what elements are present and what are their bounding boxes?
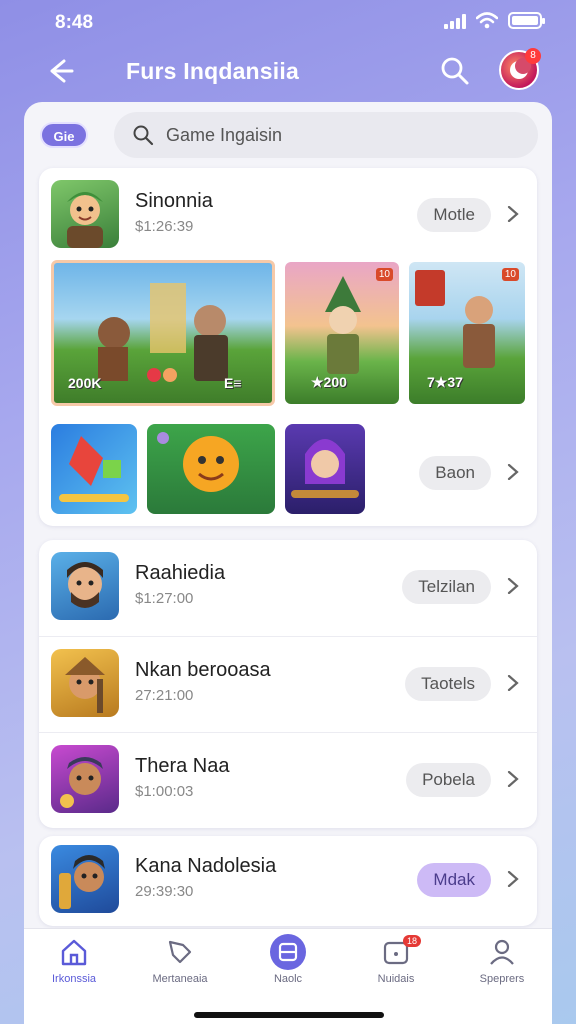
screenshot-2[interactable]: ★200 10 (285, 262, 399, 404)
game-tag[interactable]: Taotels (405, 667, 491, 701)
game-title: Sinonnia (135, 190, 213, 212)
game-tag[interactable]: Motle (417, 198, 491, 232)
game-subtitle: 29:39:30 (135, 883, 194, 900)
score-label: ★200 (311, 374, 347, 390)
home-icon (61, 939, 87, 966)
battery-icon (508, 12, 545, 29)
chevron-right-icon[interactable] (507, 464, 519, 480)
screenshot-5[interactable] (147, 424, 275, 514)
back-icon[interactable] (42, 54, 76, 88)
chevron-right-icon[interactable] (507, 871, 519, 887)
screenshot-main[interactable]: 200K E≡ (51, 260, 275, 406)
nav-label: Mertaneaia (152, 973, 208, 985)
game-title: Nkan berooasa (135, 659, 271, 681)
level-label: 10 (501, 268, 519, 281)
nav-item-home[interactable]: Irkonssia (29, 937, 119, 985)
screenshot-6[interactable] (285, 424, 365, 514)
game-subtitle: $1:27:00 (135, 590, 194, 607)
game-title: Kana Nadolesia (135, 855, 277, 877)
game-card[interactable]: Kana Nadolesia 29:39:30 Mdak (39, 836, 537, 926)
library-icon (270, 934, 306, 970)
bottom-nav: Irkonssia Mertaneaia Naolc 18 Nuidais Sp… (24, 928, 552, 1024)
page-title: Furs Inqdansiia (126, 58, 299, 84)
moon-icon (510, 58, 531, 79)
featured-card[interactable]: Sinonnia $1:26:39 Motle 200K E≡ ★200 10 … (39, 168, 537, 526)
nav-label: Naolc (273, 973, 303, 985)
game-thumbnail (51, 649, 119, 717)
game-thumbnail (51, 552, 119, 620)
score-label: E≡ (224, 375, 242, 391)
wifi-icon (476, 12, 498, 29)
game-subtitle: 27:21:00 (135, 687, 194, 704)
game-tag[interactable]: Telzilan (402, 570, 491, 604)
search-bar[interactable] (114, 112, 538, 158)
nav-item-tag[interactable]: Mertaneaia (135, 937, 225, 985)
screenshot-4[interactable] (51, 424, 137, 514)
notification-badge: 8 (525, 48, 541, 64)
list-item[interactable]: Raahiedia $1:27:00 Telzilan (39, 540, 537, 636)
status-bar: 8:48 (0, 0, 576, 44)
game-list-card: Raahiedia $1:27:00 Telzilan Nkan berooas… (39, 540, 537, 828)
chevron-right-icon[interactable] (507, 675, 519, 691)
screenshot-3[interactable]: 7★37 10 (409, 262, 525, 404)
nav-label: Irkonssia (51, 973, 97, 985)
app-header: Furs Inqdansiia 8 (0, 44, 576, 100)
search-icon[interactable] (438, 54, 472, 88)
nav-badge: 18 (403, 935, 422, 947)
game-thumbnail (51, 180, 119, 248)
nav-item-profile[interactable]: Speprers (457, 937, 547, 985)
list-item[interactable]: Kana Nadolesia 29:39:30 Mdak (39, 833, 537, 929)
game-thumbnail (51, 845, 119, 913)
game-subtitle: $1:00:03 (135, 783, 194, 800)
search-input[interactable] (166, 124, 506, 146)
chevron-right-icon[interactable] (507, 578, 519, 594)
status-time: 8:48 (55, 12, 94, 33)
home-indicator (194, 1012, 384, 1018)
game-tag[interactable]: Pobela (406, 763, 491, 797)
score-label: 7★37 (427, 374, 463, 390)
status-icons (444, 12, 545, 29)
main-panel: Gie Sinonnia $1:26:39 Motle 200K E≡ ★200… (24, 102, 552, 1024)
signal-icon (444, 13, 466, 29)
search-icon (133, 125, 154, 146)
tag-icon (168, 940, 192, 964)
level-label: 10 (375, 268, 393, 281)
nav-label: Speprers (479, 973, 525, 985)
list-item[interactable]: Nkan berooasa 27:21:00 Taotels (39, 636, 537, 732)
game-tag[interactable]: Mdak (417, 863, 491, 897)
filter-chip[interactable]: Gie (40, 122, 88, 148)
avatar[interactable]: 8 (499, 48, 541, 90)
game-title: Raahiedia (135, 562, 226, 584)
nav-item-library[interactable]: Naolc (243, 934, 333, 985)
profile-icon (490, 939, 514, 965)
game-subtitle: $1:26:39 (135, 218, 194, 235)
chevron-right-icon[interactable] (507, 771, 519, 787)
game-tag[interactable]: Baon (419, 456, 491, 490)
nav-label: Nuidais (377, 973, 415, 985)
game-title: Thera Naa (135, 755, 230, 777)
list-item[interactable]: Thera Naa $1:00:03 Pobela (39, 732, 537, 828)
game-thumbnail (51, 745, 119, 813)
nav-item-notifications[interactable]: 18 Nuidais (351, 935, 441, 985)
score-label: 200K (68, 375, 102, 391)
chevron-right-icon[interactable] (507, 206, 519, 222)
